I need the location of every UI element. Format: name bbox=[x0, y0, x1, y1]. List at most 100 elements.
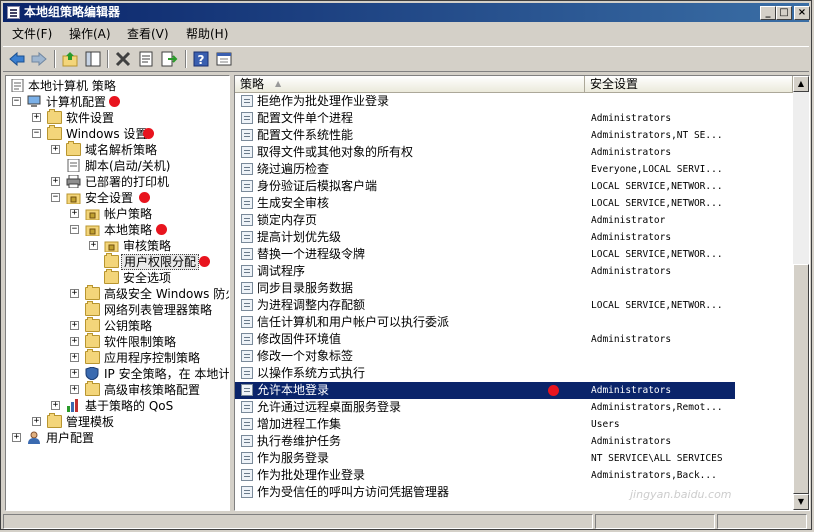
tree-node-security-options[interactable]: 安全选项 bbox=[6, 269, 226, 286]
tree-node-dns-policy[interactable]: + 域名解析策略 bbox=[6, 141, 226, 158]
policy-row[interactable]: 增加进程工作集 Users bbox=[235, 416, 735, 433]
policy-row[interactable]: 为进程调整内存配额 LOCAL SERVICE,NETWOR... bbox=[235, 297, 735, 314]
expand-toggle[interactable]: + bbox=[89, 241, 98, 250]
tree-node-account-policies[interactable]: + 帐户策略 bbox=[6, 206, 226, 222]
tree-node-audit-policy[interactable]: + 审核策略 bbox=[6, 238, 226, 254]
policy-row[interactable]: 信任计算机和用户帐户可以执行委派 bbox=[235, 314, 735, 331]
policy-row[interactable]: 同步目录服务数据 bbox=[235, 280, 735, 297]
view-icon[interactable] bbox=[215, 50, 233, 68]
column-header-policy[interactable]: 策略 ▲ bbox=[235, 76, 585, 92]
collapse-toggle[interactable]: − bbox=[51, 193, 60, 202]
expand-toggle[interactable]: + bbox=[51, 145, 60, 154]
policy-row[interactable]: 身份验证后模拟客户端 LOCAL SERVICE,NETWOR... bbox=[235, 178, 735, 195]
back-arrow-icon[interactable] bbox=[8, 50, 26, 68]
expand-toggle[interactable]: + bbox=[70, 353, 79, 362]
delete-icon[interactable] bbox=[114, 50, 132, 68]
policy-row[interactable]: 允许通过远程桌面服务登录 Administrators,Remot... bbox=[235, 399, 735, 416]
menu-file[interactable]: 文件(F) bbox=[12, 27, 52, 41]
title-bar[interactable]: 本地组策略编辑器 _ □ × bbox=[3, 3, 810, 22]
minimize-button[interactable]: _ bbox=[760, 6, 776, 20]
policy-row[interactable]: 以操作系统方式执行 bbox=[235, 365, 735, 382]
expand-toggle[interactable]: + bbox=[70, 289, 79, 298]
show-tree-icon[interactable] bbox=[84, 50, 102, 68]
tree-root[interactable]: 本地计算机 策略 bbox=[6, 78, 226, 94]
tree-node-software-restriction[interactable]: + 软件限制策略 bbox=[6, 333, 226, 350]
policy-row[interactable]: 修改固件环境值 Administrators bbox=[235, 331, 735, 348]
menu-help[interactable]: 帮助(H) bbox=[186, 27, 228, 41]
tree-node-admin-templates[interactable]: + 管理模板 bbox=[6, 413, 226, 430]
policy-row[interactable]: 配置文件系统性能 Administrators,NT SE... bbox=[235, 127, 735, 144]
tree-node-firewall[interactable]: + 高级安全 Windows 防火 bbox=[6, 285, 229, 302]
column-header-setting[interactable]: 安全设置 bbox=[585, 76, 793, 92]
tree-node-user-rights[interactable]: 用户权限分配 bbox=[6, 253, 226, 270]
tree-node-app-control[interactable]: + 应用程序控制策略 bbox=[6, 349, 226, 366]
expand-toggle[interactable]: + bbox=[70, 321, 79, 330]
scroll-up-button[interactable]: ▲ bbox=[793, 76, 809, 92]
policy-row[interactable]: 执行卷维护任务 Administrators bbox=[235, 433, 735, 450]
menu-view[interactable]: 查看(V) bbox=[127, 27, 169, 41]
tree-node-network-list[interactable]: 网络列表管理器策略 bbox=[6, 301, 226, 318]
collapse-toggle[interactable]: − bbox=[70, 225, 79, 234]
expand-toggle[interactable]: + bbox=[32, 417, 41, 426]
tree-node-advanced-audit[interactable]: + 高级审核策略配置 bbox=[6, 381, 226, 398]
tree-node-local-policies[interactable]: − 本地策略 bbox=[6, 222, 226, 238]
policy-row[interactable]: 锁定内存页 Administrator bbox=[235, 212, 735, 229]
tree-node-qos[interactable]: + 基于策略的 QoS bbox=[6, 398, 226, 414]
properties-icon[interactable] bbox=[137, 50, 155, 68]
collapse-toggle[interactable]: − bbox=[12, 97, 21, 106]
tree-node-public-key[interactable]: + 公钥策略 bbox=[6, 317, 226, 334]
policy-icon bbox=[241, 282, 253, 294]
tree-node-user-config[interactable]: + 用户配置 bbox=[6, 430, 226, 446]
folder-icon bbox=[47, 125, 62, 140]
policy-icon bbox=[241, 469, 253, 481]
policy-row[interactable]: 允许本地登录 Administrators bbox=[235, 382, 735, 399]
tree-node-security-settings[interactable]: − 安全设置 bbox=[6, 190, 226, 206]
status-cell bbox=[595, 514, 715, 529]
expand-toggle[interactable]: + bbox=[70, 209, 79, 218]
expand-toggle[interactable]: + bbox=[70, 369, 79, 378]
policy-row[interactable]: 配置文件单个进程 Administrators bbox=[235, 110, 735, 127]
tree-node-software-settings[interactable]: + 软件设置 bbox=[6, 109, 226, 126]
policy-row[interactable]: 修改一个对象标签 bbox=[235, 348, 735, 365]
collapse-toggle[interactable]: − bbox=[32, 129, 41, 138]
policy-row[interactable]: 拒绝作为批处理作业登录 bbox=[235, 93, 735, 110]
policy-row[interactable]: 调试程序 Administrators bbox=[235, 263, 735, 280]
tree-node-scripts[interactable]: 脚本(启动/关机) bbox=[6, 158, 226, 174]
expand-toggle[interactable]: + bbox=[12, 433, 21, 442]
vertical-scrollbar[interactable]: ▲ ▼ bbox=[793, 76, 809, 510]
policy-row[interactable]: 作为服务登录 NT SERVICE\ALL SERVICES bbox=[235, 450, 735, 467]
expand-toggle[interactable]: + bbox=[32, 113, 41, 122]
tree-label: 软件限制策略 bbox=[104, 335, 177, 349]
tree-label: 脚本(启动/关机) bbox=[85, 159, 171, 173]
close-button[interactable]: × bbox=[794, 6, 810, 20]
export-list-icon[interactable] bbox=[160, 50, 178, 68]
policy-row[interactable]: 取得文件或其他对象的所有权 Administrators bbox=[235, 144, 735, 161]
maximize-button[interactable]: □ bbox=[776, 6, 792, 20]
expand-toggle[interactable]: + bbox=[70, 385, 79, 394]
policy-row[interactable]: 提高计划优先级 Administrators bbox=[235, 229, 735, 246]
up-folder-icon[interactable] bbox=[61, 50, 79, 68]
policy-name: 执行卷维护任务 bbox=[257, 434, 342, 448]
policy-name: 生成安全审核 bbox=[257, 196, 330, 210]
forward-arrow-icon[interactable] bbox=[30, 50, 48, 68]
policy-row[interactable]: 作为批处理作业登录 Administrators,Back... bbox=[235, 467, 735, 484]
policy-row[interactable]: 生成安全审核 LOCAL SERVICE,NETWOR... bbox=[235, 195, 735, 212]
help-icon[interactable]: ? bbox=[192, 50, 210, 68]
expand-toggle[interactable]: + bbox=[51, 177, 60, 186]
policy-name: 取得文件或其他对象的所有权 bbox=[257, 145, 414, 159]
policy-name: 允许本地登录 bbox=[257, 383, 330, 397]
tree-node-windows-settings[interactable]: − Windows 设置 bbox=[6, 125, 226, 142]
tree-node-deployed-printers[interactable]: + 已部署的打印机 bbox=[6, 174, 226, 190]
policy-setting: Administrators,Remot... bbox=[591, 402, 723, 413]
lock-folder-icon bbox=[85, 225, 100, 236]
tree-node-ipsec[interactable]: + IP 安全策略，在 本地计 bbox=[6, 366, 229, 382]
policy-row[interactable]: 绕过遍历检查 Everyone,LOCAL SERVI... bbox=[235, 161, 735, 178]
expand-toggle[interactable]: + bbox=[70, 337, 79, 346]
tree-pane[interactable]: 本地计算机 策略 − 计算机配置 + 软件设置 − Windows 设置 + 域… bbox=[5, 75, 230, 511]
policy-list-pane[interactable]: 策略 ▲ 安全设置 拒绝作为批处理作业登录 配置文件单个进程 Administrat… bbox=[234, 75, 810, 511]
policy-row[interactable]: 替换一个进程级令牌 LOCAL SERVICE,NETWOR... bbox=[235, 246, 735, 263]
scroll-down-button[interactable]: ▼ bbox=[793, 494, 809, 510]
menu-action[interactable]: 操作(A) bbox=[69, 27, 111, 41]
scroll-thumb[interactable] bbox=[793, 264, 809, 494]
expand-toggle[interactable]: + bbox=[51, 401, 60, 410]
